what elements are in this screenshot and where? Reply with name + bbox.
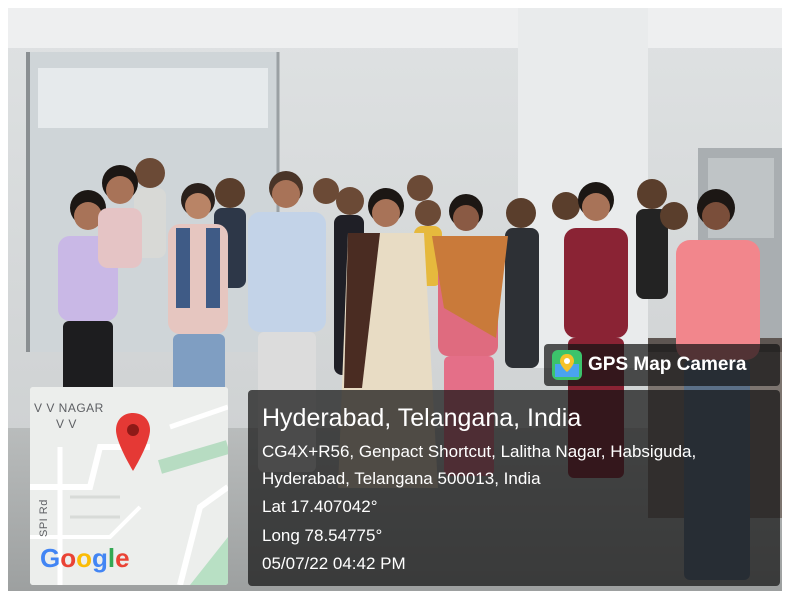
gps-map-camera-badge: GPS Map Camera — [544, 344, 780, 386]
google-logo: Google — [40, 543, 130, 574]
map-road-label: SPI Rd — [38, 499, 50, 537]
google-letter: e — [115, 543, 130, 573]
map-area-label: V V NAGAR — [34, 401, 104, 415]
photo-frame: GPS Map Camera V V NAGAR V V SPI Rd Goog… — [8, 8, 782, 591]
google-letter: o — [76, 543, 93, 573]
address-line-2: Hyderabad, Telangana 500013, India — [262, 469, 541, 488]
address-line-1: CG4X+R56, Genpact Shortcut, Lalitha Naga… — [262, 442, 697, 461]
gps-map-camera-label: GPS Map Camera — [588, 354, 747, 375]
google-letter: G — [40, 543, 61, 573]
google-letter: o — [60, 543, 77, 573]
google-letter: l — [107, 543, 116, 573]
location-title: Hyderabad, Telangana, India — [262, 404, 582, 432]
timestamp: 05/07/22 04:42 PM — [262, 554, 406, 573]
mini-map: V V NAGAR V V SPI Rd Google — [30, 387, 228, 585]
location-pin-icon — [116, 413, 150, 471]
longitude: Long 78.54775° — [262, 526, 383, 545]
location-info-panel: Hyderabad, Telangana, India CG4X+R56, Ge… — [248, 390, 780, 586]
google-letter: g — [92, 543, 108, 573]
map-area-sublabel: V V — [56, 417, 77, 431]
latitude: Lat 17.407042° — [262, 497, 378, 516]
gps-map-camera-app-icon — [552, 350, 582, 380]
